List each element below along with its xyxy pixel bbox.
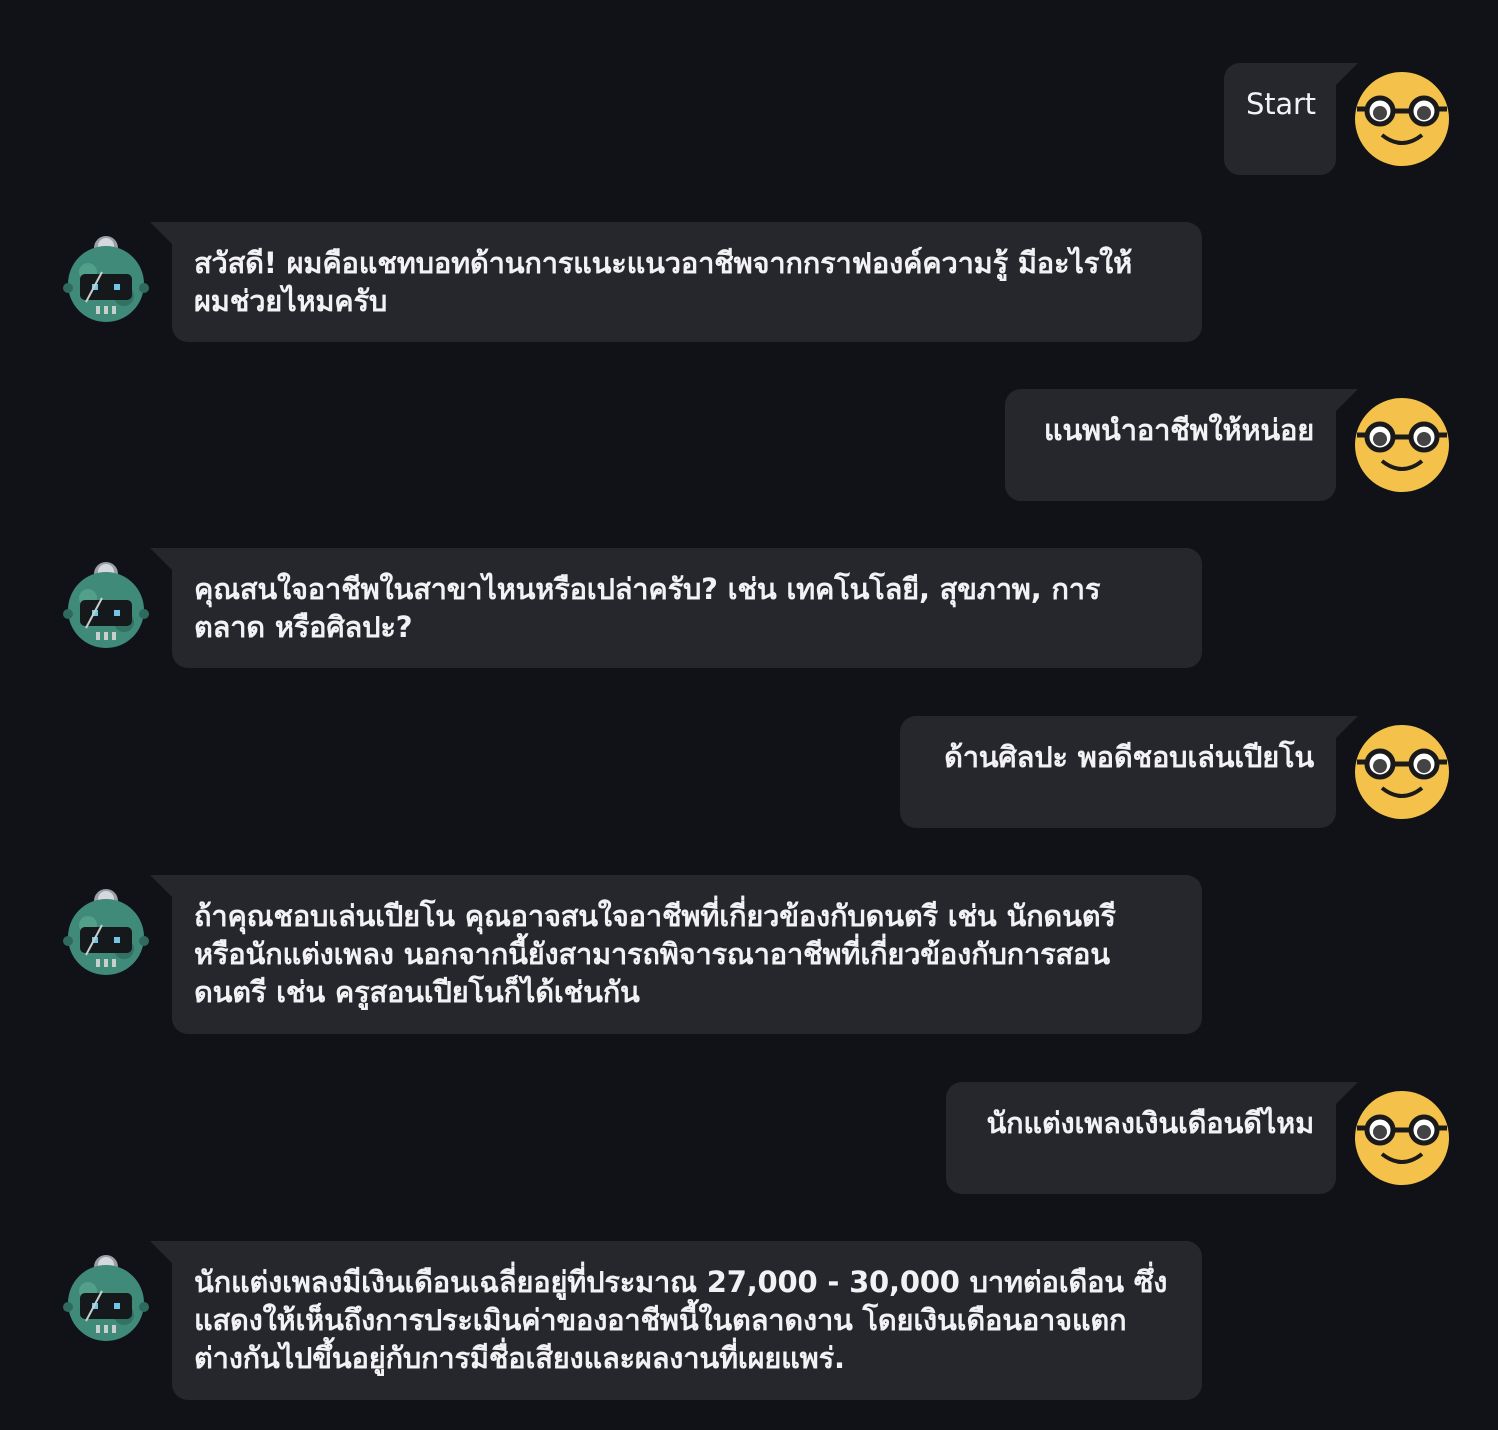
bot-avatar (58, 1251, 154, 1347)
bot-message-bubble: ถ้าคุณชอบเล่นเปียโน คุณอาจสนใจอาชีพที่เก… (150, 875, 1202, 1034)
nerd-face-icon (1355, 725, 1449, 819)
user-avatar (1354, 397, 1450, 493)
robot-icon (63, 889, 149, 975)
robot-icon (63, 236, 149, 322)
bot-avatar (58, 232, 154, 328)
bot-message-bubble: นักแต่งเพลงมีเงินเดือนเฉลี่ยอยู่ที่ประมา… (150, 1241, 1202, 1400)
user-message-bubble: ด้านศิลปะ พอดีชอบเล่นเปียโน (900, 716, 1358, 828)
user-message-bubble: Start (1224, 63, 1358, 175)
user-avatar (1354, 724, 1450, 820)
user-message-bubble: นักแต่งเพลงเงินเดือนดีไหม (946, 1082, 1358, 1194)
robot-icon (63, 1255, 149, 1341)
bot-message-bubble: คุณสนใจอาชีพในสาขาไหนหรือเปล่าครับ? เช่น… (150, 548, 1202, 668)
nerd-face-icon (1355, 72, 1449, 166)
robot-icon (63, 562, 149, 648)
nerd-face-icon (1355, 398, 1449, 492)
nerd-face-icon (1355, 1091, 1449, 1185)
bot-message-bubble: สวัสดี! ผมคือแชทบอทด้านการแนะแนวอาชีพจาก… (150, 222, 1202, 342)
user-message-bubble: แนพนำอาชีพให้หน่อย (1005, 389, 1358, 501)
bot-avatar (58, 885, 154, 981)
user-avatar (1354, 71, 1450, 167)
chat-container: Start สวัสดี! ผมคือแชทบอทด้านการแนะแนวอา… (0, 0, 1498, 1430)
user-avatar (1354, 1090, 1450, 1186)
bot-avatar (58, 558, 154, 654)
